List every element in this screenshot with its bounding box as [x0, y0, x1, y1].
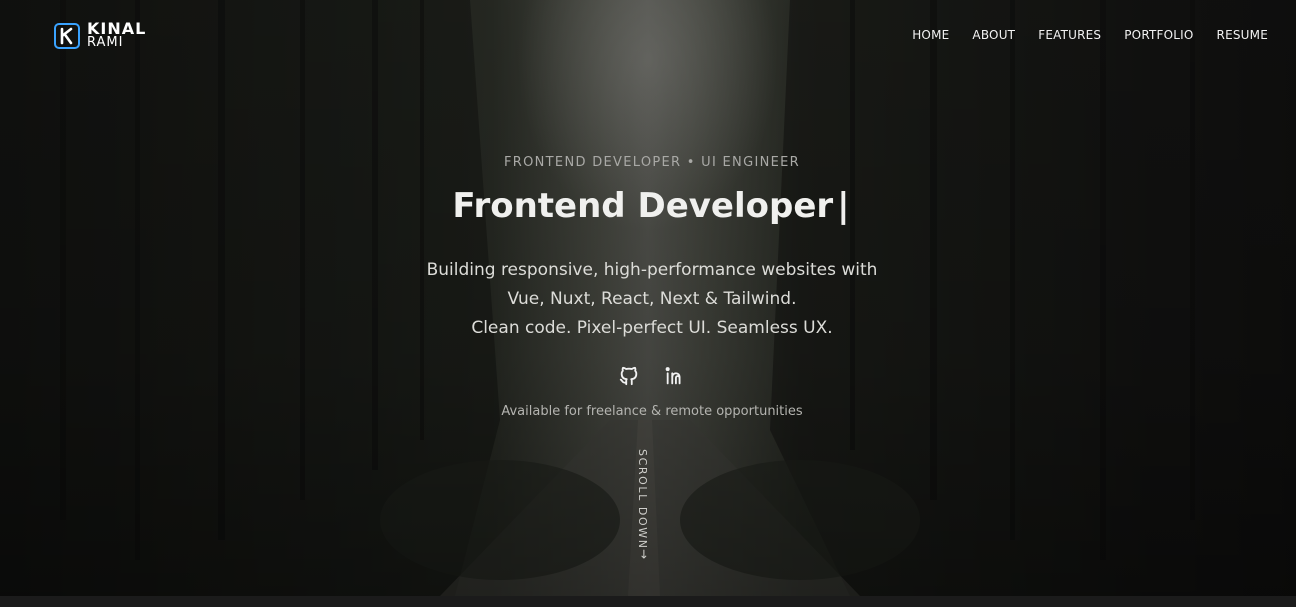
hero-tagline: Building responsive, high-performance we… — [0, 256, 1296, 343]
availability-text: Available for freelance & remote opportu… — [501, 404, 803, 419]
scroll-down-indicator[interactable]: SCROLL DOWN → — [636, 449, 651, 565]
hero-headline: Frontend Developer | — [0, 186, 1296, 226]
next-section-edge — [0, 596, 1296, 607]
headline-text: Frontend Developer — [452, 186, 834, 226]
k-logo-icon — [54, 22, 80, 49]
nav-about[interactable]: ABOUT — [972, 28, 1015, 42]
nav-portfolio[interactable]: PORTFOLIO — [1124, 28, 1193, 42]
arrow-down-icon: → — [637, 549, 651, 560]
brand-last-name: RAMI — [87, 35, 124, 50]
main-nav: HOME ABOUT FEATURES PORTFOLIO RESUME — [912, 28, 1268, 42]
nav-home[interactable]: HOME — [912, 28, 949, 42]
nav-resume[interactable]: RESUME — [1217, 28, 1268, 42]
linkedin-icon — [665, 367, 681, 385]
brand-logo[interactable]: KINAL RAMI — [54, 20, 146, 51]
nav-features[interactable]: FEATURES — [1038, 28, 1101, 42]
tagline-line: Vue, Nuxt, React, Next & Tailwind. — [507, 289, 797, 309]
social-links — [617, 364, 687, 388]
github-link[interactable] — [617, 364, 641, 388]
linkedin-link[interactable] — [663, 364, 687, 388]
tagline-line: Clean code. Pixel-perfect UI. Seamless U… — [471, 318, 833, 338]
scroll-down-label: SCROLL DOWN — [636, 449, 649, 550]
tagline-line: Building responsive, high-performance we… — [426, 260, 878, 280]
github-icon — [619, 366, 638, 386]
typing-cursor: | — [837, 186, 850, 226]
hero-eyebrow: FRONTEND DEVELOPER • UI ENGINEER — [504, 155, 800, 170]
